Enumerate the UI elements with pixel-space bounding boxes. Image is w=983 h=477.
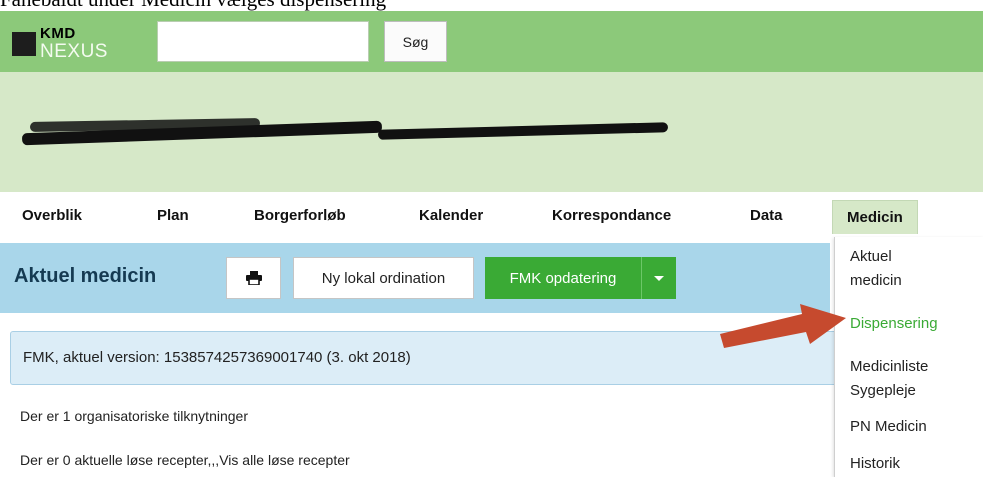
tab-data[interactable]: Data <box>750 192 783 239</box>
logo-product: NEXUS <box>40 41 108 62</box>
patient-header <box>0 72 983 192</box>
print-button[interactable] <box>226 257 281 299</box>
instruction-caption: Fanebaldt under Medicin vælges dispenser… <box>0 0 386 11</box>
menu-item-historik[interactable]: Historik <box>850 452 900 476</box>
redaction-bar <box>377 122 669 140</box>
medication-toolbar: Aktuel medicin Ny lokal ordination FMK o… <box>0 243 830 313</box>
menu-item-aktuel-medicin[interactable]: Aktuel medicin <box>850 245 902 293</box>
loose-prescriptions-text: Der er 0 aktuelle løse recepter,,,Vis al… <box>20 452 350 468</box>
menu-item-dispensering[interactable]: Dispensering <box>850 312 938 336</box>
tab-korrespondance[interactable]: Korrespondance <box>552 192 671 239</box>
kmd-nexus-logo[interactable]: KMD NEXUS <box>10 23 128 63</box>
new-local-order-button[interactable]: Ny lokal ordination <box>293 257 474 299</box>
tab-overblik[interactable]: Overblik <box>22 192 82 239</box>
printer-icon <box>245 271 262 285</box>
search-input[interactable] <box>157 21 369 62</box>
menu-item-pn-medicin[interactable]: PN Medicin <box>850 415 927 439</box>
fmk-update-dropdown-toggle[interactable] <box>641 257 676 299</box>
tab-borgerforloeb[interactable]: Borgerforløb <box>254 192 346 239</box>
fmk-version-info: FMK, aktuel version: 1538574257369001740… <box>10 331 840 385</box>
fmk-update-split-button: FMK opdatering <box>485 257 676 299</box>
tab-medicin[interactable]: Medicin <box>832 200 918 234</box>
medicin-dropdown-menu: Aktuel medicin Dispensering Medicinliste… <box>834 237 983 477</box>
search-button[interactable]: Søg <box>384 21 447 62</box>
tab-plan[interactable]: Plan <box>157 192 189 239</box>
page-title: Aktuel medicin <box>14 265 157 287</box>
annotation-arrow-icon <box>720 304 846 348</box>
chevron-down-icon <box>654 275 664 281</box>
logo-brand: KMD <box>40 25 76 42</box>
menu-item-medicinliste-sygepleje[interactable]: Medicinliste Sygepleje <box>850 355 928 403</box>
top-bar: KMD NEXUS Søg <box>0 11 983 72</box>
logo-square-icon <box>12 32 36 56</box>
org-links-text: Der er 1 organisatoriske tilknytninger <box>20 408 248 424</box>
fmk-update-button[interactable]: FMK opdatering <box>485 257 641 299</box>
tab-kalender[interactable]: Kalender <box>419 192 483 239</box>
main-navigation: Overblik Plan Borgerforløb Kalender Korr… <box>0 192 983 239</box>
